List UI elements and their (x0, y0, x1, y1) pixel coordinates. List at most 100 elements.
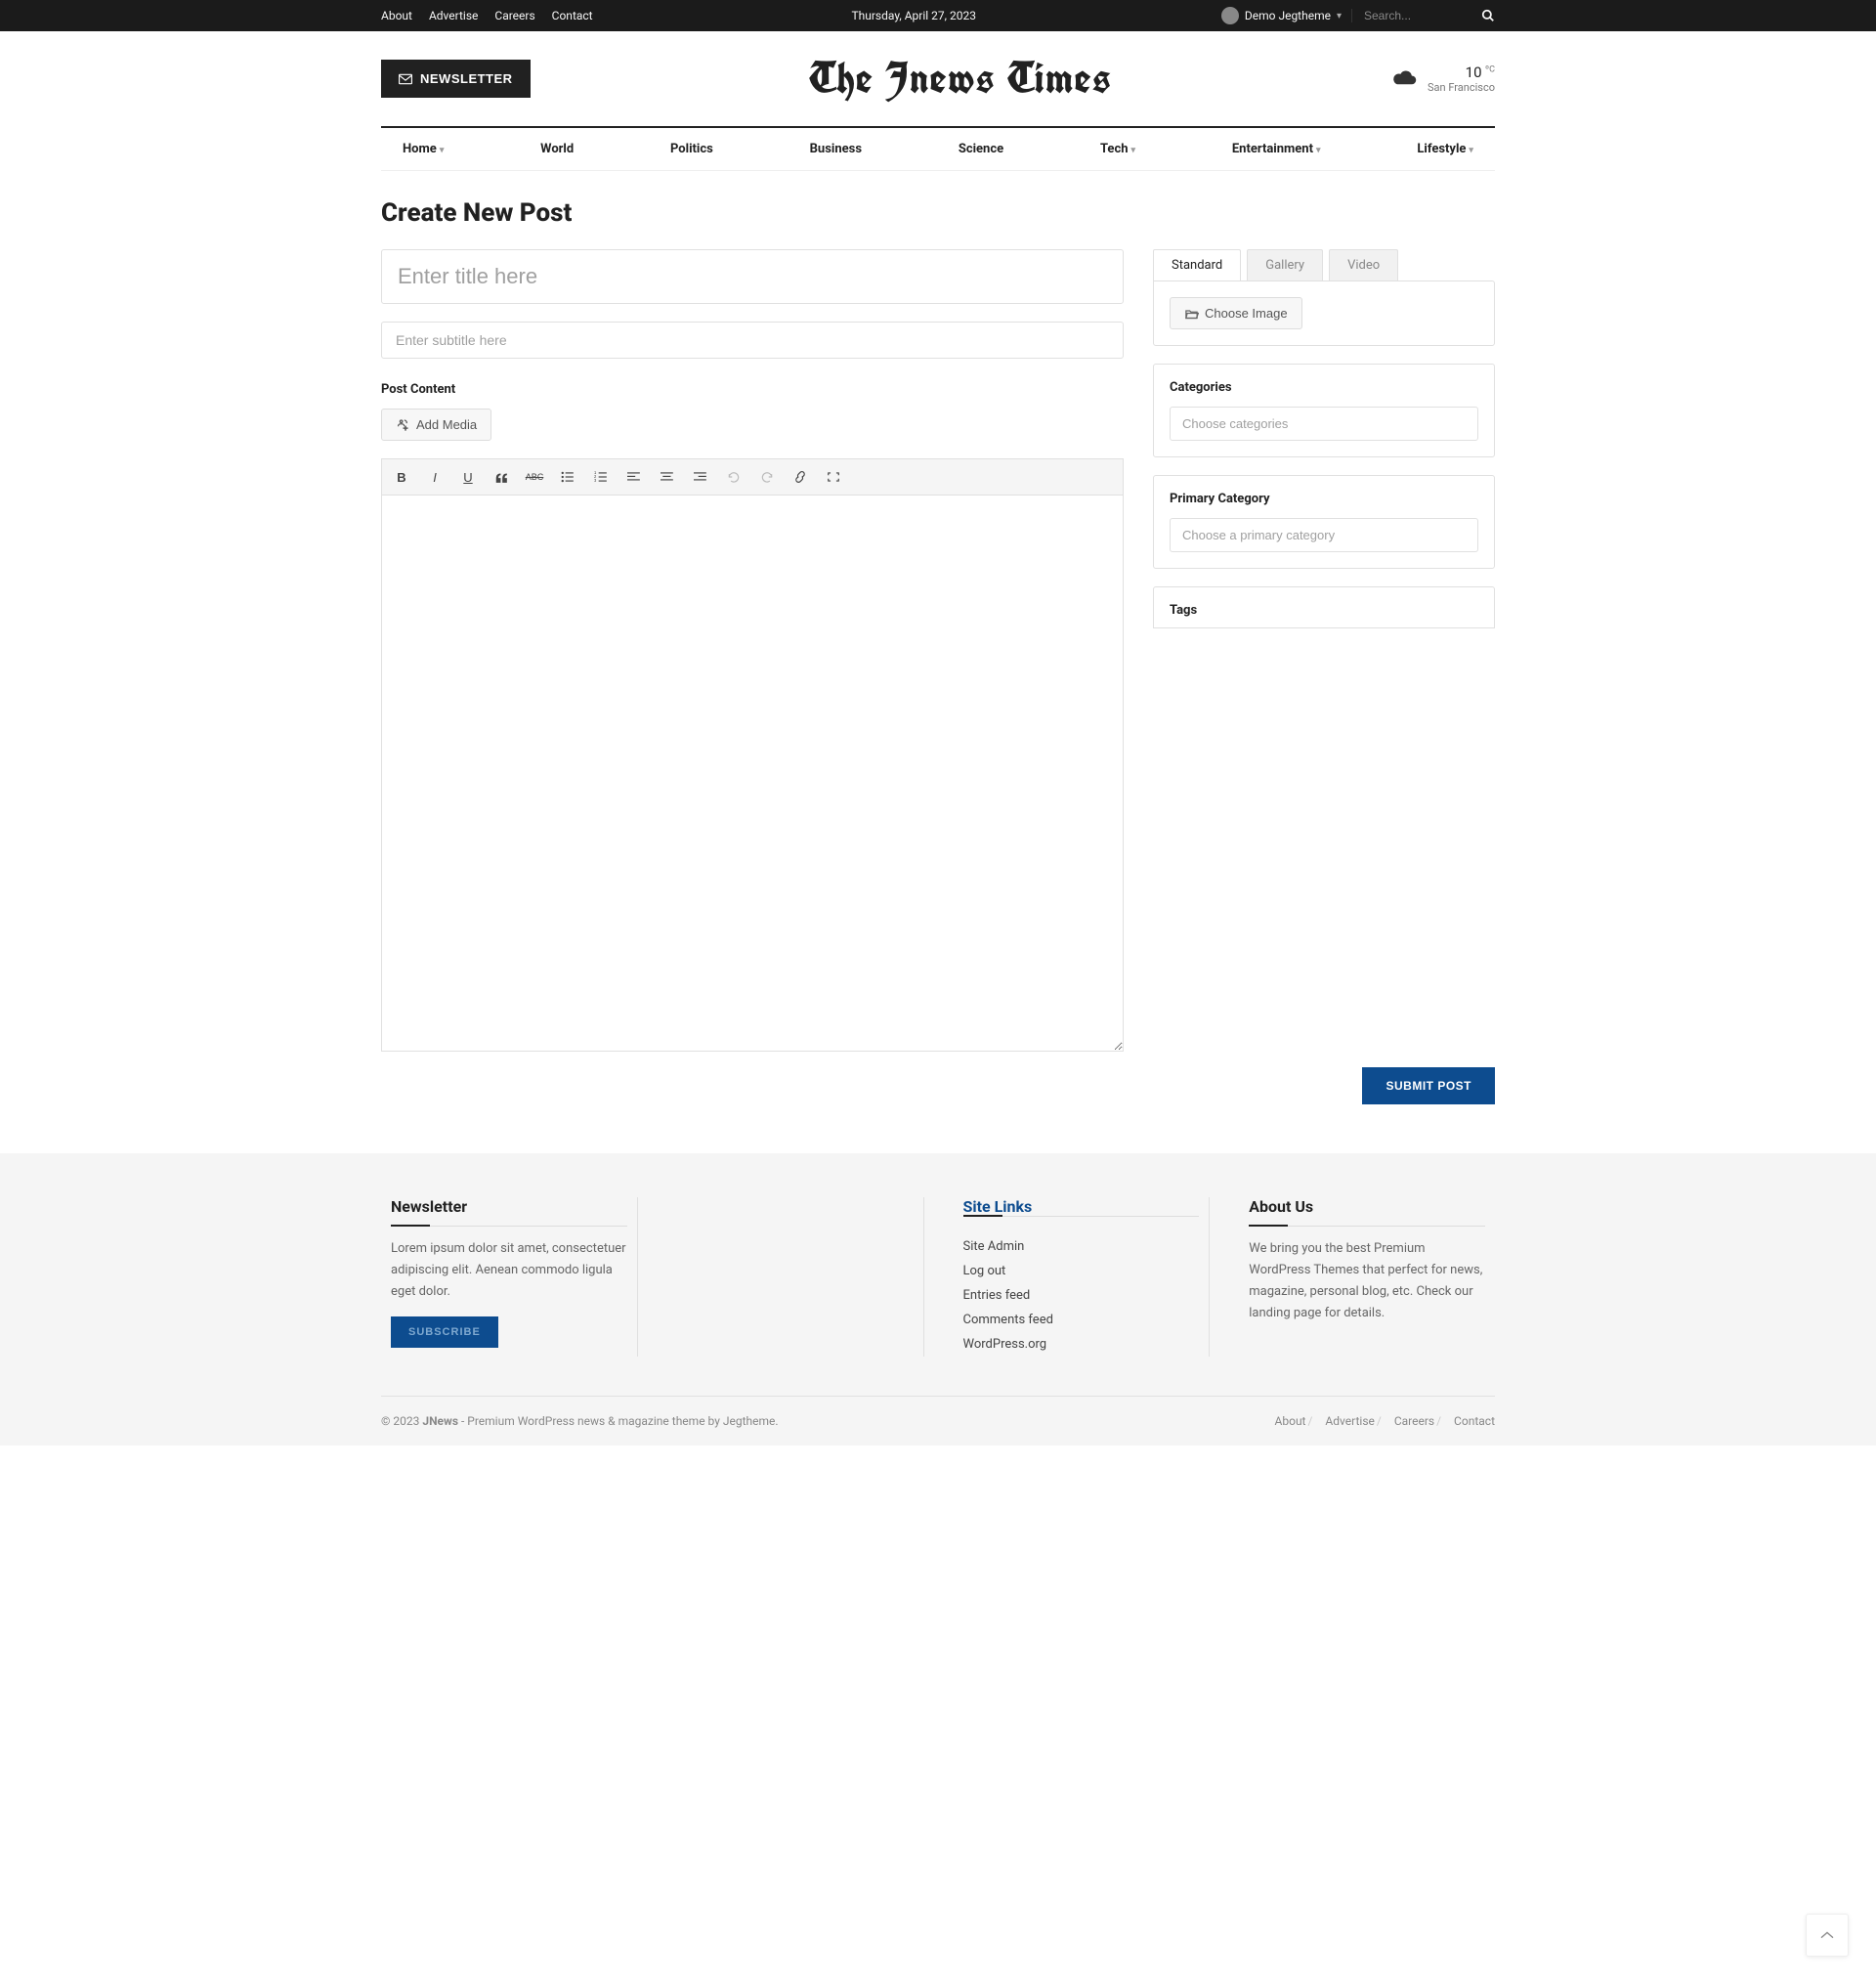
chevron-up-icon (1819, 1930, 1835, 1940)
site-logo[interactable]: The Jnews Times (531, 51, 1390, 107)
chevron-down-icon: ▾ (440, 146, 445, 155)
avatar (1221, 7, 1239, 24)
newsletter-label: NEWSLETTER (420, 71, 513, 86)
primary-category-panel: Primary Category (1153, 475, 1495, 569)
nav-entertainment[interactable]: Entertainment▾ (1211, 128, 1343, 170)
footer-col-empty (667, 1197, 924, 1357)
footer-about-text: We bring you the best Premium WordPress … (1249, 1238, 1485, 1324)
choose-image-button[interactable]: Choose Image (1170, 297, 1302, 329)
jegtheme-link[interactable]: Jegtheme (723, 1414, 776, 1428)
nav-business[interactable]: Business (789, 128, 883, 170)
footer: Newsletter Lorem ipsum dolor sit amet, c… (0, 1153, 1876, 1445)
nav-world[interactable]: World (519, 128, 595, 170)
search-wrap (1351, 9, 1495, 22)
redo-button[interactable] (755, 465, 779, 489)
align-center-button[interactable] (656, 465, 679, 489)
topbar-link-advertise[interactable]: Advertise (429, 9, 478, 22)
nav-lifestyle[interactable]: Lifestyle▾ (1395, 128, 1495, 170)
add-media-button[interactable]: Add Media (381, 409, 491, 441)
nav-politics[interactable]: Politics (649, 128, 735, 170)
add-media-label: Add Media (416, 417, 477, 432)
footer-about: About Us We bring you the best Premium W… (1239, 1197, 1495, 1357)
topbar-link-contact[interactable]: Contact (552, 9, 593, 22)
footer-newsletter-title: Newsletter (391, 1197, 627, 1227)
featured-image-panel: Choose Image (1153, 280, 1495, 346)
topbar-link-about[interactable]: About (381, 9, 412, 22)
link-entries-feed[interactable]: Entries feed (963, 1283, 1200, 1308)
envelope-icon (399, 73, 412, 85)
header: NEWSLETTER The Jnews Times 10 ºC San Fra… (0, 31, 1876, 126)
link-comments-feed[interactable]: Comments feed (963, 1308, 1200, 1332)
post-title-input[interactable] (381, 249, 1124, 304)
link-button[interactable] (789, 465, 812, 489)
tags-title: Tags (1170, 603, 1478, 618)
primary-category-input[interactable] (1170, 518, 1478, 552)
link-wordpress-org[interactable]: WordPress.org (963, 1332, 1200, 1357)
account-menu[interactable]: Demo Jegtheme ▾ (1221, 7, 1342, 24)
chevron-down-icon: ▾ (1131, 146, 1136, 155)
bold-button[interactable]: B (390, 465, 413, 489)
editor-side: Standard Gallery Video Choose Image Cate… (1153, 249, 1495, 628)
tab-standard[interactable]: Standard (1153, 249, 1241, 280)
post-content-editor[interactable] (381, 495, 1124, 1052)
editor-toolbar: B I U ABC 123 (381, 458, 1124, 495)
italic-button[interactable]: I (423, 465, 447, 489)
align-right-button[interactable] (689, 465, 712, 489)
footer-link-contact[interactable]: Contact (1454, 1414, 1495, 1428)
choose-image-label: Choose Image (1205, 306, 1288, 321)
footer-sitelinks-title: Site Links (963, 1197, 1200, 1217)
chevron-down-icon: ▾ (1316, 146, 1321, 155)
categories-title: Categories (1170, 380, 1478, 395)
align-left-button[interactable] (622, 465, 646, 489)
copyright: © 2023 JNews - Premium WordPress news & … (381, 1414, 779, 1428)
topbar-date: Thursday, April 27, 2023 (607, 9, 1221, 22)
footer-link-advertise[interactable]: Advertise (1325, 1414, 1374, 1428)
tab-video[interactable]: Video (1329, 249, 1398, 280)
tags-panel: Tags (1153, 586, 1495, 628)
nav-science[interactable]: Science (937, 128, 1025, 170)
main-nav: Home▾ World Politics Business Science Te… (381, 126, 1495, 171)
newsletter-button[interactable]: NEWSLETTER (381, 60, 531, 98)
submit-post-button[interactable]: SUBMIT POST (1362, 1067, 1495, 1104)
topbar: About Advertise Careers Contact Thursday… (0, 0, 1876, 31)
page-title: Create New Post (381, 198, 1495, 228)
strikethrough-button[interactable]: ABC (523, 465, 546, 489)
footer-sitelinks: Site Links Site Admin Log out Entries fe… (954, 1197, 1211, 1357)
search-button[interactable] (1481, 9, 1495, 22)
fullscreen-button[interactable] (822, 465, 845, 489)
svg-text:3: 3 (594, 478, 597, 483)
footer-newsletter-text: Lorem ipsum dolor sit amet, consectetuer… (391, 1238, 627, 1303)
undo-button[interactable] (722, 465, 746, 489)
footer-bottom: © 2023 JNews - Premium WordPress news & … (381, 1396, 1495, 1445)
content-label: Post Content (381, 382, 1124, 397)
footer-link-careers[interactable]: Careers (1394, 1414, 1434, 1428)
search-input[interactable] (1364, 9, 1481, 22)
editor-main: Post Content Add Media B I U ABC 123 (381, 249, 1124, 1056)
nav-home[interactable]: Home▾ (381, 128, 465, 170)
folder-open-icon (1184, 307, 1199, 320)
underline-button[interactable]: U (456, 465, 480, 489)
weather-temp: 10 (1466, 64, 1482, 81)
account-name: Demo Jegtheme (1245, 9, 1331, 22)
link-log-out[interactable]: Log out (963, 1259, 1200, 1283)
quote-button[interactable] (490, 465, 513, 489)
footer-newsletter: Newsletter Lorem ipsum dolor sit amet, c… (381, 1197, 638, 1357)
ordered-list-button[interactable]: 123 (589, 465, 613, 489)
categories-input[interactable] (1170, 407, 1478, 441)
chevron-down-icon: ▾ (1469, 146, 1473, 155)
footer-link-about[interactable]: About (1275, 1414, 1306, 1428)
categories-panel: Categories (1153, 364, 1495, 457)
primary-category-title: Primary Category (1170, 492, 1478, 506)
nav-tech[interactable]: Tech▾ (1079, 128, 1157, 170)
weather-unit: ºC (1485, 65, 1495, 74)
tab-gallery[interactable]: Gallery (1247, 249, 1323, 280)
back-to-top-button[interactable] (1806, 1914, 1849, 1957)
subscribe-button[interactable]: SUBSCRIBE (391, 1316, 498, 1348)
link-site-admin[interactable]: Site Admin (963, 1234, 1200, 1259)
weather-location: San Francisco (1428, 81, 1495, 94)
topbar-link-careers[interactable]: Careers (494, 9, 534, 22)
search-icon (1481, 9, 1495, 22)
post-subtitle-input[interactable] (381, 322, 1124, 359)
footer-bottom-links: About/ Advertise/ Careers/ Contact (1267, 1414, 1495, 1428)
bullet-list-button[interactable] (556, 465, 579, 489)
